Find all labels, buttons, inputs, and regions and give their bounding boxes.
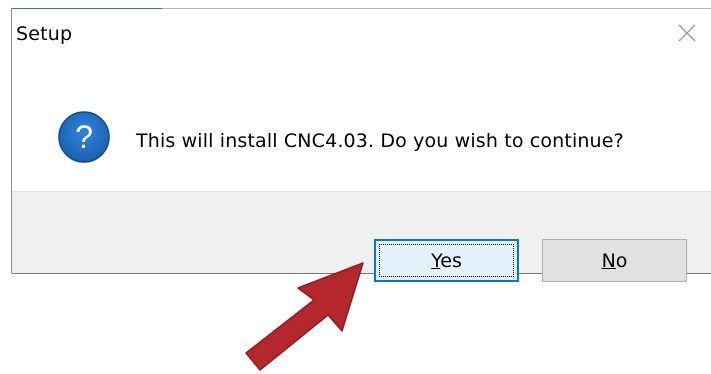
screenshot-stage: Setup ? This will install CNC4.03. Do yo… — [0, 0, 711, 374]
close-icon — [678, 24, 696, 42]
setup-dialog: Setup ? This will install CNC4.03. Do yo… — [11, 8, 711, 282]
no-mnemonic: N — [601, 249, 616, 272]
no-label-rest: o — [615, 249, 628, 272]
svg-text:?: ? — [75, 119, 93, 155]
title-bar[interactable]: Setup — [12, 9, 711, 57]
no-button[interactable]: No — [542, 239, 687, 282]
dialog-message: This will install CNC4.03. Do you wish t… — [136, 130, 624, 152]
close-button[interactable] — [663, 9, 711, 57]
pointer-arrow-icon — [245, 262, 364, 371]
yes-label-rest: es — [440, 249, 462, 272]
dialog-title: Setup — [16, 23, 73, 45]
no-button-label: No — [602, 250, 628, 272]
yes-button[interactable]: Yes — [374, 239, 519, 282]
yes-mnemonic: Y — [431, 249, 441, 272]
question-icon: ? — [58, 111, 110, 163]
yes-button-label: Yes — [431, 250, 462, 272]
